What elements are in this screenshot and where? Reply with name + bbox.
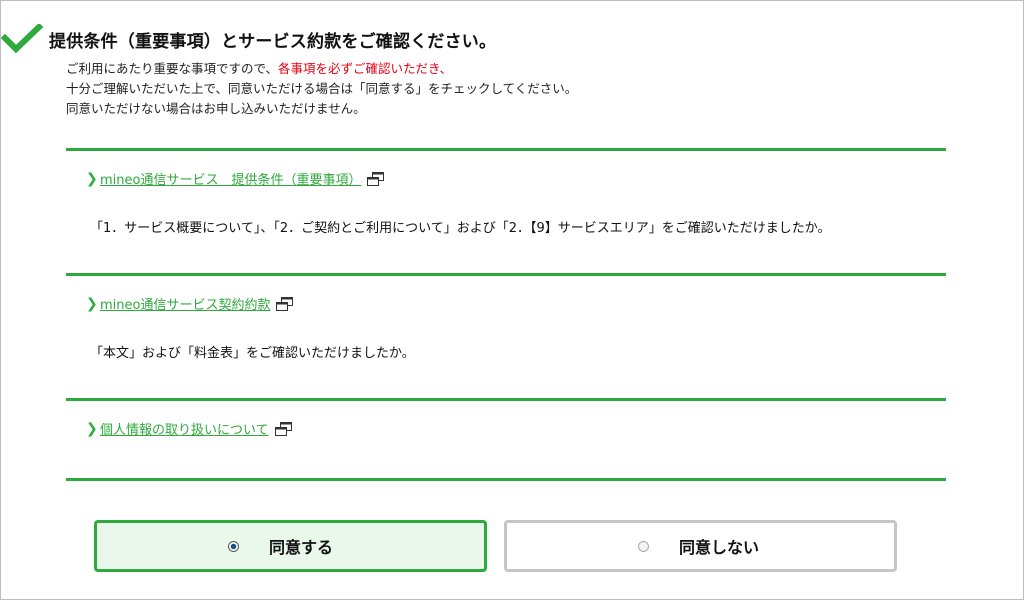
terms-question: 「1．サービス概要について」、「2．ご契約とご利用について」および「2．【9】サ…	[90, 221, 831, 236]
section-privacy: ❯ 個人情報の取り扱いについて	[66, 398, 946, 481]
chevron-right-icon: ❯	[86, 420, 98, 437]
privacy-link[interactable]: 個人情報の取り扱いについて	[100, 419, 269, 438]
agree-label: 同意する	[269, 538, 334, 557]
section-terms: ❯ mineo通信サービス 提供条件（重要事項） 「1．サービス概要について」、…	[66, 148, 946, 275]
intro-line-2: 十分ご理解いただいた上で、同意いただける場合は「同意する」をチェックしてください…	[66, 81, 578, 96]
new-window-icon[interactable]	[276, 296, 294, 311]
contract-question: 「本文」および「料金表」をご確認いただけましたか。	[90, 346, 415, 361]
page-title: 提供条件（重要事項）とサービス約款をご確認ください。	[49, 31, 497, 52]
contract-link-row: ❯ mineo通信サービス契約約款	[86, 294, 294, 313]
intro-line-3: 同意いただけない場合はお申し込みいただけません。	[66, 101, 366, 116]
terms-link[interactable]: mineo通信サービス 提供条件（重要事項）	[100, 169, 361, 188]
chevron-right-icon: ❯	[86, 295, 98, 312]
chevron-right-icon: ❯	[86, 170, 98, 187]
intro-line-1: ご利用にあたり重要な事項ですので、各事項を必ずご確認いただき、	[66, 59, 577, 79]
intro-text: ご利用にあたり重要な事項ですので、各事項を必ずご確認いただき、 十分ご理解いただ…	[66, 59, 577, 119]
section-contract: ❯ mineo通信サービス契約約款 「本文」および「料金表」をご確認いただけまし…	[66, 273, 946, 400]
disagree-label: 同意しない	[679, 538, 760, 557]
new-window-icon[interactable]	[367, 171, 385, 186]
agree-option[interactable]: 同意する	[94, 520, 487, 572]
checkmark-icon	[0, 22, 44, 54]
disagree-radio[interactable]	[638, 540, 649, 552]
disagree-option[interactable]: 同意しない	[504, 520, 897, 572]
intro-warning: 各事項を必ずご確認いただき、	[278, 61, 453, 76]
intro-line-1-prefix: ご利用にあたり重要な事項ですので、	[66, 61, 279, 76]
contract-link[interactable]: mineo通信サービス契約約款	[100, 294, 270, 313]
section-divider	[66, 478, 946, 481]
new-window-icon[interactable]	[274, 421, 293, 436]
agree-radio[interactable]	[228, 540, 239, 552]
privacy-link-row: ❯ 個人情報の取り扱いについて	[86, 419, 293, 438]
terms-link-row: ❯ mineo通信サービス 提供条件（重要事項）	[86, 169, 385, 188]
consent-panel: 提供条件（重要事項）とサービス約款をご確認ください。 ご利用にあたり重要な事項で…	[0, 0, 1024, 600]
page-header: 提供条件（重要事項）とサービス約款をご確認ください。	[0, 22, 497, 55]
